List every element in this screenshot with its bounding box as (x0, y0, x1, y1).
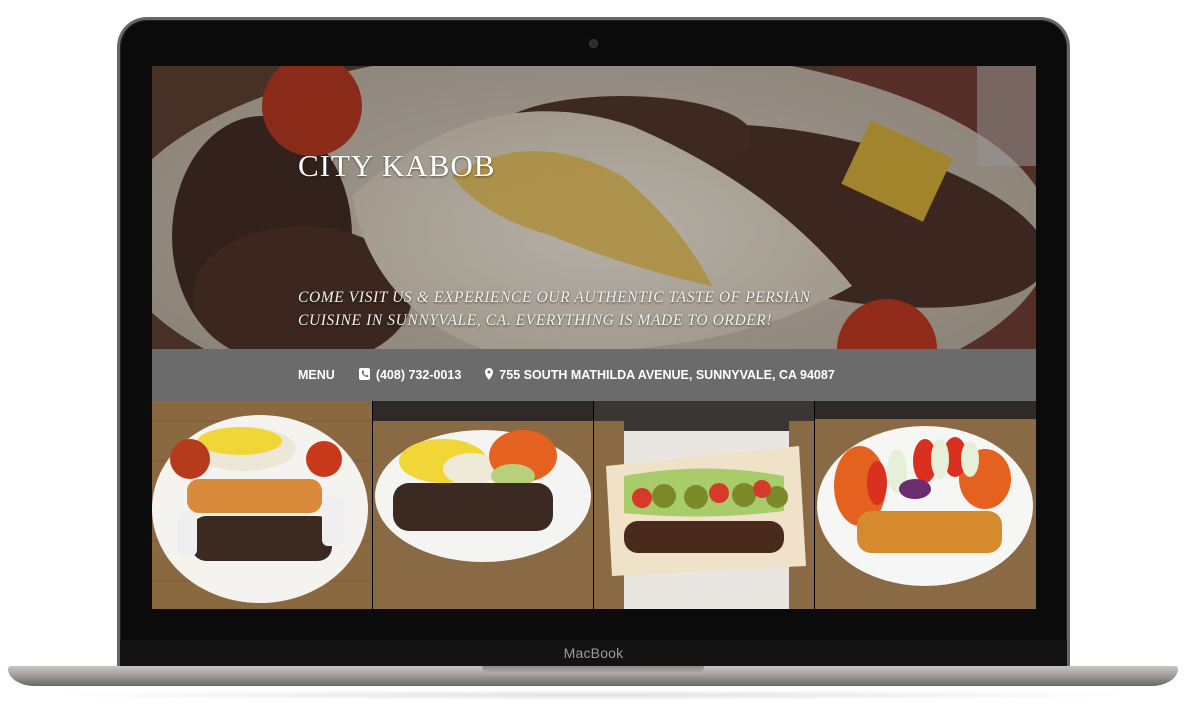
hero-banner: CITY KABOB COME VISIT US & EXPERIENCE OU… (152, 66, 1036, 349)
phone-icon (358, 367, 370, 383)
laptop-chin: MacBook (120, 640, 1067, 668)
food-gallery (152, 401, 1036, 609)
laptop-shadow (20, 690, 1166, 700)
gallery-photo-1[interactable] (152, 401, 372, 609)
website-screen: CITY KABOB COME VISIT US & EXPERIENCE OU… (152, 66, 1036, 609)
address-link[interactable]: 755 SOUTH MATHILDA AVENUE, SUNNYVALE, CA… (485, 367, 835, 383)
gallery-photo-4[interactable] (815, 401, 1036, 609)
laptop-notch (482, 666, 704, 674)
phone-number: (408) 732-0013 (375, 368, 462, 382)
device-label: MacBook (563, 645, 624, 661)
info-bar: MENU (408) 732-0013 755 SOUTH MATHILDA A… (152, 349, 1036, 401)
hero-tagline: COME VISIT US & EXPERIENCE OUR AUTHENTIC… (298, 289, 811, 329)
gallery-photo-2[interactable] (373, 401, 593, 609)
address-text: 755 SOUTH MATHILDA AVENUE, SUNNYVALE, CA… (499, 368, 835, 382)
site-title[interactable]: CITY KABOB (298, 148, 495, 184)
gallery-photo-3[interactable] (594, 401, 814, 609)
phone-link[interactable]: (408) 732-0013 (358, 367, 462, 383)
map-pin-icon (485, 367, 494, 383)
camera-icon (590, 40, 597, 47)
menu-link[interactable]: MENU (298, 368, 335, 382)
menu-link-label: MENU (298, 368, 335, 382)
